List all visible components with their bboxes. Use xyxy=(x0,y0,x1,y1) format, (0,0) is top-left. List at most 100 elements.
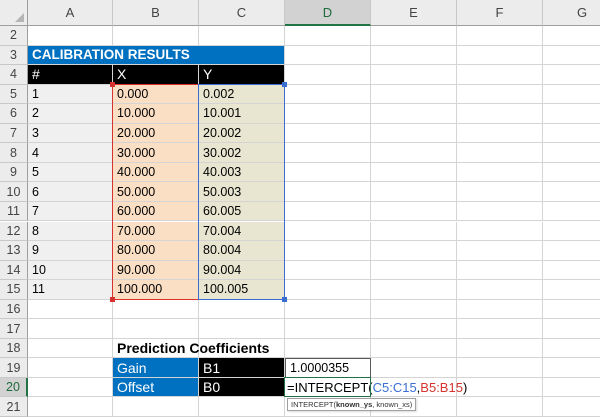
column-header-d[interactable]: D xyxy=(285,0,371,26)
grid-cell[interactable] xyxy=(543,163,600,183)
grid-cell[interactable] xyxy=(457,162,543,183)
x-value-cell[interactable]: 20.000 xyxy=(113,123,199,144)
grid-cell[interactable] xyxy=(543,378,600,398)
grid-cell[interactable] xyxy=(457,338,543,359)
x-value-cell[interactable]: 10.000 xyxy=(113,104,199,124)
grid-cell[interactable] xyxy=(543,65,600,85)
grid-cell[interactable] xyxy=(199,319,285,339)
grid-cell[interactable] xyxy=(543,300,600,320)
offset-ref[interactable]: B0 xyxy=(199,377,285,398)
grid-cell[interactable] xyxy=(28,338,113,359)
grid-cell[interactable] xyxy=(543,182,600,202)
y-value-cell[interactable]: 50.003 xyxy=(199,182,285,202)
column-header-c[interactable]: C xyxy=(199,0,285,26)
grid-cell[interactable] xyxy=(543,124,600,144)
grid-cell[interactable] xyxy=(457,26,543,46)
grid-cell[interactable] xyxy=(28,377,113,398)
table-index-cell[interactable]: 2 xyxy=(28,104,113,124)
grid-cell[interactable] xyxy=(28,26,113,46)
grid-cell[interactable] xyxy=(543,46,600,66)
row-header-8[interactable]: 8 xyxy=(0,143,28,163)
grid-cell[interactable] xyxy=(285,299,371,320)
row-header-12[interactable]: 12 xyxy=(0,221,28,242)
grid-cell[interactable] xyxy=(543,358,600,378)
known-xs-resize-handle-tl[interactable] xyxy=(110,81,115,87)
grid-cell[interactable] xyxy=(543,143,600,163)
row-header-10[interactable]: 10 xyxy=(0,182,28,202)
grid-cell[interactable] xyxy=(199,299,285,320)
grid-cell[interactable] xyxy=(543,26,600,46)
prediction-title[interactable]: Prediction Coefficients xyxy=(113,339,371,359)
grid-cell[interactable] xyxy=(285,26,371,46)
y-value-cell[interactable]: 60.005 xyxy=(199,201,285,222)
grid-cell[interactable] xyxy=(285,182,371,202)
table-header-y[interactable]: Y xyxy=(199,65,285,85)
grid-cell[interactable] xyxy=(371,162,457,183)
grid-cell[interactable] xyxy=(199,397,285,417)
grid-cell[interactable] xyxy=(285,84,371,105)
known-ys-resize-handle-tr[interactable] xyxy=(282,81,287,87)
grid-cell[interactable] xyxy=(285,260,371,281)
grid-cell[interactable] xyxy=(371,221,457,242)
table-index-cell[interactable]: 8 xyxy=(28,221,113,242)
grid-cell[interactable] xyxy=(371,358,457,378)
grid-cell[interactable] xyxy=(457,221,543,242)
x-value-cell[interactable]: 100.000 xyxy=(113,280,199,300)
table-index-cell[interactable]: 4 xyxy=(28,143,113,163)
grid-cell[interactable] xyxy=(285,319,371,339)
known-ys-resize-handle-br[interactable] xyxy=(282,296,287,302)
formula-edit-cell[interactable]: =INTERCEPT(C5:C15, B5:B15) xyxy=(285,377,467,398)
y-value-cell[interactable]: 0.002 xyxy=(199,84,285,105)
grid-cell[interactable] xyxy=(457,299,543,320)
table-index-cell[interactable]: 11 xyxy=(28,280,113,300)
row-header-21[interactable]: 21 xyxy=(0,397,28,417)
grid-cell[interactable] xyxy=(457,201,543,222)
grid-cell[interactable] xyxy=(285,104,371,124)
grid-cell[interactable] xyxy=(285,65,371,85)
grid-cell[interactable] xyxy=(457,65,543,85)
grid-cell[interactable] xyxy=(543,104,600,124)
gain-value[interactable]: 1.0000355 xyxy=(285,358,371,378)
spreadsheet-grid[interactable]: A B C D E F G 2 3 4 5 6 7 8 9 10 11 12 13 14 15 16 17 18 19 20 21 C… xyxy=(0,0,600,417)
grid-cell[interactable] xyxy=(543,202,600,222)
y-value-cell[interactable]: 40.003 xyxy=(199,162,285,183)
row-header-18[interactable]: 18 xyxy=(0,338,28,359)
row-header-20[interactable]: 20 xyxy=(0,377,28,398)
row-header-15[interactable]: 15 xyxy=(0,280,28,300)
column-header-f[interactable]: F xyxy=(457,0,543,26)
y-value-cell[interactable]: 30.002 xyxy=(199,143,285,163)
grid-cell[interactable] xyxy=(371,143,457,163)
column-header-a[interactable]: A xyxy=(28,0,113,26)
gain-label[interactable]: Gain xyxy=(113,358,199,378)
row-header-11[interactable]: 11 xyxy=(0,201,28,222)
grid-cell[interactable] xyxy=(543,397,600,417)
y-value-cell[interactable]: 90.004 xyxy=(199,260,285,281)
grid-cell[interactable] xyxy=(457,260,543,281)
grid-cell[interactable] xyxy=(371,338,457,359)
row-header-4[interactable]: 4 xyxy=(0,65,28,85)
y-value-cell[interactable]: 10.001 xyxy=(199,104,285,124)
grid-cell[interactable] xyxy=(457,84,543,105)
grid-cell[interactable] xyxy=(371,104,457,124)
grid-cell[interactable] xyxy=(371,260,457,281)
x-value-cell[interactable]: 0.000 xyxy=(113,84,199,105)
row-header-13[interactable]: 13 xyxy=(0,241,28,261)
grid-cell[interactable] xyxy=(457,104,543,124)
x-value-cell[interactable]: 30.000 xyxy=(113,143,199,163)
column-header-g[interactable]: G xyxy=(543,0,600,26)
grid-cell[interactable] xyxy=(543,85,600,105)
row-header-6[interactable]: 6 xyxy=(0,104,28,124)
grid-cell[interactable] xyxy=(113,299,199,320)
grid-cell[interactable] xyxy=(457,319,543,339)
y-value-cell[interactable]: 80.004 xyxy=(199,241,285,261)
row-header-5[interactable]: 5 xyxy=(0,84,28,105)
row-header-17[interactable]: 17 xyxy=(0,319,28,339)
table-index-cell[interactable]: 10 xyxy=(28,260,113,281)
grid-cell[interactable] xyxy=(543,241,600,261)
table-index-cell[interactable]: 5 xyxy=(28,162,113,183)
grid-cell[interactable] xyxy=(285,280,371,300)
x-value-cell[interactable]: 40.000 xyxy=(113,162,199,183)
grid-cell[interactable] xyxy=(285,201,371,222)
table-index-cell[interactable]: 7 xyxy=(28,201,113,222)
grid-cell[interactable] xyxy=(371,299,457,320)
